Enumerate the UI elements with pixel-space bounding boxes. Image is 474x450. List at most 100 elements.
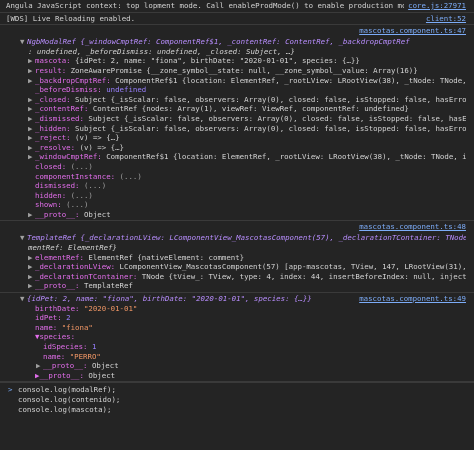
property-key: dismissed: [35,181,80,191]
object-property[interactable]: ▶ _reject: (v) => {…} [20,133,466,143]
property-value: ContentRef {nodes: Array(1), viewRef: Vi… [88,104,409,114]
property-value: Subject {_isScalar: false, observers: Ar… [70,123,466,133]
expand-arrow-icon[interactable]: ▶ [28,114,35,124]
object-property[interactable]: ▶ _closed: Subject {_isScalar: false, obs… [20,95,466,105]
expand-arrow-icon[interactable]: ▶ [28,272,35,282]
input-command[interactable]: console.log(mascota); [18,405,111,414]
object-property[interactable]: ▶__proto__: Object [20,371,466,381]
property-value: TemplateRef [79,281,133,291]
property-key: __proto__: [35,209,80,219]
object-property[interactable]: ▶ _resolve: (v) => {…} [20,143,466,153]
input-line[interactable]: console.log(mascota); [8,405,466,415]
property-key: _dismissed: [35,113,84,123]
expand-arrow-icon[interactable]: ▶ [28,262,35,272]
property-value: (...) [66,161,93,171]
source-link[interactable]: client:52 [421,13,466,24]
expand-arrow-icon[interactable]: ▼ [20,233,27,243]
expand-arrow-icon[interactable]: ▶ [28,143,35,153]
property-key: _resolve: [35,142,76,152]
object-property[interactable]: hidden: (...) [20,191,466,201]
object-property[interactable]: dismissed: (...) [20,181,466,191]
property-value: (...) [66,190,93,200]
object-property[interactable]: ▶__proto__: Object [20,361,466,371]
object-header[interactable]: ▼ TemplateRef {_declarationLView: LCompon… [20,233,466,243]
console-message-live-reload: [WDS] Live Reloading enabled. client:52 [0,13,474,26]
object-header[interactable]: ▼ NgbModalRef {_windowCmptRef: ComponentR… [20,37,466,47]
object-property[interactable]: closed: (...) [20,162,466,172]
expand-arrow-icon[interactable]: ▶ [28,152,35,162]
property-value: LComponentView_MascotasComponent(57) [ap… [115,262,466,272]
expand-arrow-icon[interactable]: ▶ [28,210,35,220]
object-property[interactable]: birthDate: "2020-01-01" [20,304,466,314]
expand-arrow-icon[interactable]: ▶ [28,124,35,134]
property-value: (v) => {…} [75,142,124,152]
property-key: hidden: [35,190,67,200]
object-property[interactable]: ▶ mascota: {idPet: 2, name: "fiona", birt… [20,56,466,66]
property-key: _closed: [35,94,71,104]
property-key: closed: [35,161,67,171]
input-line[interactable]: > console.log(modalRef); [8,385,466,395]
source-link[interactable]: core.js:27971 [404,1,466,11]
property-value: (...) [79,181,107,191]
property-key: componentInstance: [35,171,116,181]
input-command[interactable]: console.log(modalRef); [18,385,116,394]
object-property[interactable]: _beforeDismiss: undefined [20,85,466,95]
property-value: "fiona" [57,322,93,332]
object-property[interactable]: ▶ __proto__: TemplateRef [20,281,466,291]
object-property[interactable]: ▶ _contentRef: ContentRef {nodes: Array(1… [20,104,466,114]
expand-arrow-icon[interactable]: ▶ [28,76,35,86]
expand-arrow-icon[interactable]: ▶ [28,95,35,105]
property-value: ZoneAwarePromise {__zone_symbol__state: … [66,65,418,75]
object-property[interactable]: name: "fiona" [20,323,466,333]
expand-arrow-icon[interactable]: ▶ [28,253,35,263]
expand-arrow-icon[interactable]: ▼ [20,294,27,304]
object-property[interactable]: idSpecies: 1 [20,342,466,352]
object-property[interactable]: ▶ result: ZoneAwarePromise {__zone_symbol… [20,66,466,76]
object-properties: ▶ elementRef: ElementRef {nativeElement: … [20,253,466,291]
expand-arrow-icon[interactable]: ▼ [20,37,27,47]
property-key: name: [43,351,66,361]
property-value: ComponentRef$1 {location: ElementRef, _r… [101,152,466,162]
property-value: (...) [115,171,142,181]
object-property[interactable]: ▶ _backdropCmptRef: ComponentRef$1 {locat… [20,76,466,86]
property-value: Object [87,361,119,371]
property-key: _declarationTContainer: [35,271,138,281]
input-command[interactable]: console.log(contenido); [18,395,120,404]
expand-arrow-icon[interactable]: ▶ [28,104,35,114]
object-property[interactable]: name: "PERRO" [20,352,466,362]
property-value: Object [83,370,116,380]
property-key: shown: [35,200,62,210]
object-property[interactable]: ▶ _dismissed: Subject {_isScalar: false, … [20,114,466,124]
expand-arrow-icon[interactable]: ▶ [36,361,43,371]
object-property[interactable]: ▶ _declarationLView: LComponentView_Masco… [20,262,466,272]
source-link[interactable]: mascotas.component.ts:49 [355,294,466,304]
source-link[interactable]: mascotas.component.ts:47 [355,26,466,36]
property-value: Subject {_isScalar: false, observers: Ar… [70,94,466,104]
expand-arrow-icon[interactable]: ▶ [28,281,35,291]
property-key: _beforeDismiss: [35,85,102,95]
expand-arrow-icon[interactable]: ▶ [28,56,35,66]
message-text: Angula JavaScript context: top lopment m… [6,1,420,10]
object-property[interactable]: shown: (...) [20,200,466,210]
expand-arrow-icon[interactable]: ▶ [28,66,35,76]
object-properties: birthDate: "2020-01-01" idPet: 2 name: "fi… [20,304,466,381]
expand-arrow-icon[interactable]: ▶ [28,133,35,143]
object-property[interactable]: componentInstance: (...) [20,172,466,182]
console-input[interactable]: > console.log(modalRef); console.log(cont… [0,382,474,416]
property-key: name: [35,322,58,332]
input-line[interactable]: console.log(contenido); [8,395,466,405]
source-link[interactable]: mascotas.component.ts:48 [355,222,466,233]
message-text: [WDS] Live Reloading enabled. [6,13,136,23]
object-property[interactable]: ▶__proto__: Object [20,210,466,220]
object-property[interactable]: ▶ _hidden: Subject {_isScalar: false, obs… [20,124,466,134]
object-property[interactable]: idPet: 2 [20,313,466,323]
property-value: 1 [87,342,97,351]
prompt-chevron-icon: > [8,385,13,395]
object-property[interactable]: ▶ elementRef: ElementRef {nativeElement: … [20,253,466,263]
object-property[interactable]: ▶ _declarationTContainer: TNode {tView_: … [20,272,466,282]
property-key: ▶__proto__: [35,370,84,380]
property-value: ComponentRef$1 {location: ElementRef, _r… [110,75,466,85]
property-key: _backdropCmptRef: [35,75,111,85]
object-property[interactable]: ▶ _windowCmptRef: ComponentRef$1 {locatio… [20,152,466,162]
object-property[interactable]: ▼species: [20,332,466,342]
